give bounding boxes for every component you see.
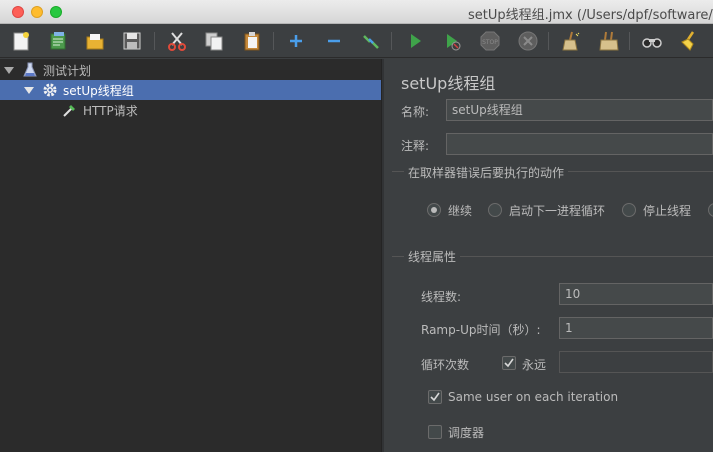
paste-button[interactable] bbox=[240, 29, 264, 53]
clear-button[interactable] bbox=[559, 29, 583, 53]
save-icon bbox=[123, 32, 141, 50]
continue-label[interactable]: 继续 bbox=[448, 202, 472, 219]
tree-item-http-request[interactable]: HTTP请求 bbox=[62, 100, 381, 120]
toggle-icon bbox=[363, 35, 379, 49]
toolbar-separator bbox=[273, 32, 274, 50]
tree-item-label: 测试计划 bbox=[43, 63, 92, 78]
open-icon bbox=[86, 34, 104, 50]
stop-thread-radio[interactable] bbox=[622, 203, 636, 217]
tree-item-test-plan[interactable]: 测试计划 bbox=[4, 60, 381, 80]
comment-label: 注释: bbox=[401, 139, 430, 153]
loop-count-label: 循环次数 bbox=[421, 358, 470, 372]
stop-button[interactable]: STOP bbox=[478, 29, 502, 53]
start-no-pause-button[interactable] bbox=[440, 29, 464, 53]
cut-icon bbox=[168, 32, 186, 51]
toggle-button[interactable] bbox=[359, 29, 383, 53]
pipette-icon bbox=[62, 102, 78, 118]
toolbar-separator bbox=[629, 32, 630, 50]
paste-icon bbox=[244, 32, 260, 51]
thread-group-editor: setUp线程组 名称: setUp线程组 注释: 在取样器错误后要执行的动作 … bbox=[384, 59, 713, 452]
shutdown-icon bbox=[518, 31, 538, 51]
scheduler-label[interactable]: 调度器 bbox=[448, 424, 484, 441]
minimize-window-button[interactable] bbox=[31, 6, 43, 18]
test-plan-tree[interactable]: 测试计划 setUp线程组 HTTP请求 bbox=[0, 59, 381, 452]
new-button[interactable] bbox=[9, 29, 33, 53]
stop-test-radio[interactable] bbox=[708, 203, 713, 217]
expand-icon bbox=[290, 35, 302, 47]
tree-item-label: setUp线程组 bbox=[63, 83, 134, 98]
save-button[interactable] bbox=[120, 29, 144, 53]
stop-icon: STOP bbox=[480, 31, 500, 51]
panel-title: setUp线程组 bbox=[401, 74, 496, 93]
continue-radio[interactable] bbox=[427, 203, 441, 217]
loop-count-field[interactable] bbox=[559, 351, 713, 373]
search-icon bbox=[642, 38, 662, 48]
rampup-field[interactable]: 1 bbox=[559, 317, 713, 339]
toolbar-separator bbox=[391, 32, 392, 50]
flask-icon bbox=[22, 62, 38, 78]
search-button[interactable] bbox=[640, 29, 664, 53]
start-no-pause-icon bbox=[447, 34, 461, 51]
checkmark-icon bbox=[504, 358, 514, 368]
clear-all-icon bbox=[599, 31, 619, 51]
chevron-down-icon[interactable] bbox=[24, 86, 34, 94]
start-button[interactable] bbox=[403, 29, 427, 53]
templates-icon bbox=[50, 32, 66, 50]
expand-all-button[interactable] bbox=[284, 29, 308, 53]
error-action-legend: 在取样器错误后要执行的动作 bbox=[404, 164, 569, 181]
stop-thread-label[interactable]: 停止线程 bbox=[643, 202, 691, 219]
same-user-checkbox[interactable] bbox=[428, 390, 442, 404]
copy-icon bbox=[205, 32, 223, 51]
forever-label[interactable]: 永远 bbox=[522, 356, 546, 373]
tree-item-setup-thread-group[interactable]: setUp线程组 bbox=[0, 80, 381, 100]
start-next-loop-label[interactable]: 启动下一进程循环 bbox=[509, 202, 605, 219]
toolbar: STOP bbox=[0, 24, 713, 58]
svg-text:STOP: STOP bbox=[482, 39, 498, 46]
copy-button[interactable] bbox=[202, 29, 226, 53]
clear-icon bbox=[562, 31, 580, 51]
toolbar-separator bbox=[548, 32, 549, 50]
comment-field[interactable] bbox=[446, 133, 713, 155]
scheduler-checkbox[interactable] bbox=[428, 425, 442, 439]
templates-button[interactable] bbox=[46, 29, 70, 53]
new-icon bbox=[13, 32, 29, 51]
reset-search-icon bbox=[681, 31, 695, 51]
gear-icon bbox=[42, 82, 58, 98]
collapse-icon bbox=[328, 39, 340, 43]
close-window-button[interactable] bbox=[12, 6, 24, 18]
zoom-window-button[interactable] bbox=[50, 6, 62, 18]
rampup-label: Ramp-Up时间（秒）: bbox=[421, 323, 541, 337]
start-icon bbox=[411, 34, 421, 48]
window-title: setUp线程组.jmx (/Users/dpf/software/apa bbox=[468, 8, 713, 23]
clear-all-button[interactable] bbox=[597, 29, 621, 53]
name-field[interactable]: setUp线程组 bbox=[446, 99, 713, 121]
same-user-label[interactable]: Same user on each iteration bbox=[448, 390, 618, 404]
cut-button[interactable] bbox=[165, 29, 189, 53]
start-next-loop-radio[interactable] bbox=[488, 203, 502, 217]
collapse-all-button[interactable] bbox=[322, 29, 346, 53]
open-button[interactable] bbox=[83, 29, 107, 53]
tree-item-label: HTTP请求 bbox=[83, 103, 138, 118]
toolbar-separator bbox=[154, 32, 155, 50]
shutdown-button[interactable] bbox=[516, 29, 540, 53]
name-label: 名称: bbox=[401, 105, 430, 119]
checkmark-icon bbox=[430, 392, 440, 402]
threads-label: 线程数: bbox=[421, 290, 462, 304]
window-title-bar: setUp线程组.jmx (/Users/dpf/software/apa bbox=[0, 0, 713, 24]
threads-field[interactable]: 10 bbox=[559, 283, 713, 305]
reset-search-button[interactable] bbox=[677, 29, 701, 53]
forever-checkbox[interactable] bbox=[502, 356, 516, 370]
chevron-down-icon[interactable] bbox=[4, 66, 14, 74]
thread-props-legend: 线程属性 bbox=[404, 248, 461, 265]
